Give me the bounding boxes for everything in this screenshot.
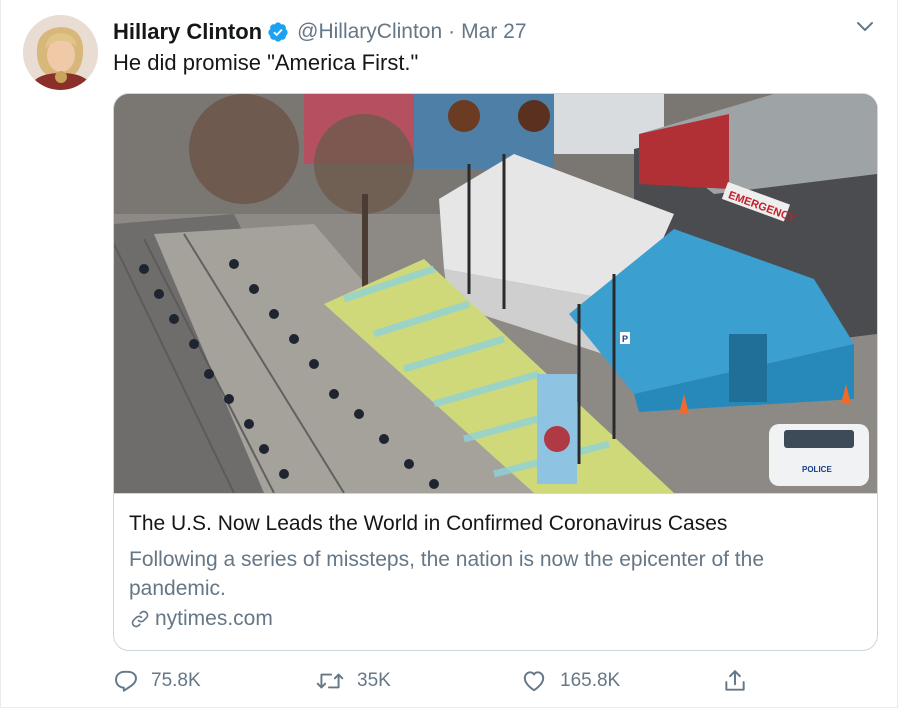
card-domain-text: nytimes.com	[155, 607, 273, 630]
link-icon	[131, 610, 149, 628]
tweet-text: He did promise "America First."	[113, 50, 419, 75]
like-count: 165.8K	[560, 670, 621, 691]
author-handle[interactable]: @HillaryClinton	[297, 20, 442, 44]
tweet-date[interactable]: Mar 27	[461, 20, 526, 44]
tweet-container: Hillary Clinton @HillaryClinton · Mar 27…	[0, 0, 898, 708]
action-bar: 75.8K 35K 165.8K	[113, 666, 753, 696]
retweet-count: 35K	[357, 670, 391, 691]
card-domain[interactable]: nytimes.com	[129, 607, 273, 631]
parking-sign: P	[622, 334, 628, 344]
card-description: Following a series of missteps, the nati…	[129, 548, 765, 600]
separator-dot: ·	[448, 20, 456, 43]
share-icon	[725, 670, 745, 691]
reply-count: 75.8K	[151, 670, 201, 691]
verified-badge-icon	[267, 21, 289, 43]
chevron-down-icon[interactable]	[853, 17, 877, 37]
reply-icon	[115, 670, 137, 692]
retweet-button[interactable]: 35K	[315, 666, 391, 696]
link-card[interactable]: EMERGENCY P POLICE The U.S. Now Leads th…	[113, 93, 878, 651]
like-button[interactable]: 165.8K	[520, 666, 620, 696]
author-name[interactable]: Hillary Clinton	[113, 19, 262, 45]
tweet-header: Hillary Clinton @HillaryClinton · Mar 27	[113, 17, 527, 47]
police-car-label: POLICE	[802, 465, 832, 474]
retweet-icon	[316, 673, 344, 689]
avatar[interactable]	[23, 15, 98, 90]
card-image[interactable]: EMERGENCY P POLICE	[114, 94, 877, 494]
reply-button[interactable]: 75.8K	[113, 666, 201, 696]
card-title[interactable]: The U.S. Now Leads the World in Confirme…	[129, 512, 727, 536]
heart-icon	[523, 671, 545, 692]
share-button[interactable]	[722, 666, 760, 696]
